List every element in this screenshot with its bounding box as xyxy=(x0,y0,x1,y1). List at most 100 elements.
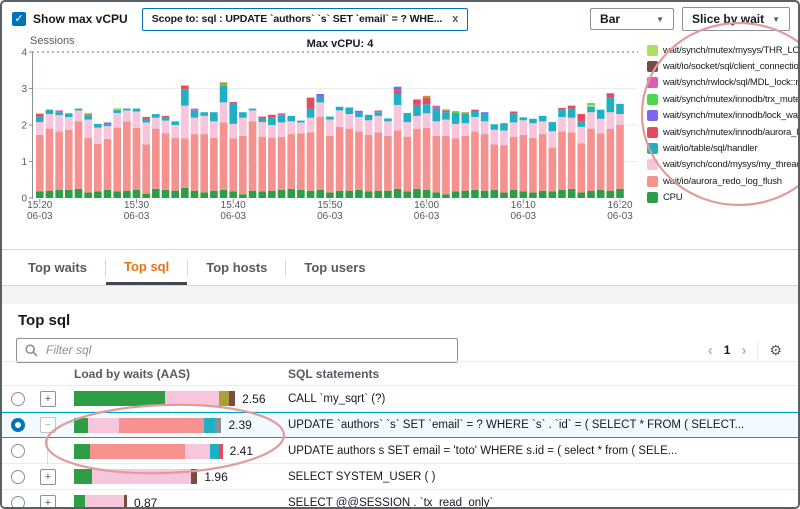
row-radio-selected[interactable] xyxy=(11,418,25,432)
legend-label: wait/io/table/sql/handler xyxy=(663,143,757,154)
load-by-waits-bar xyxy=(74,495,127,509)
load-bar-segment xyxy=(210,444,219,459)
tab-top-users[interactable]: Top users xyxy=(286,250,383,285)
sql-statement-link[interactable]: SELECT SYSTEM_USER ( ) xyxy=(288,471,435,483)
svg-text:15:40: 15:40 xyxy=(221,200,246,211)
svg-text:15:30: 15:30 xyxy=(124,200,149,211)
prev-page-button[interactable]: ‹ xyxy=(708,343,713,358)
sql-statement-link[interactable]: SELECT @@SESSION . `tx_read_only` xyxy=(288,497,493,509)
row-radio[interactable] xyxy=(11,496,25,509)
svg-text:3: 3 xyxy=(21,84,27,95)
legend-label: wait/synch/cond/mysys/my_thread_var xyxy=(663,159,800,170)
legend-label: wait/synch/mutex/innodb/aurora_lock xyxy=(663,127,800,138)
load-bar-segment xyxy=(219,444,222,459)
max-vcpu-label: Max vCPU: 4 xyxy=(307,38,375,50)
row-radio[interactable] xyxy=(11,444,25,458)
chart-type-value: Bar xyxy=(600,12,620,26)
load-column-header: Load by waits (AAS) xyxy=(68,367,288,381)
chevron-down-icon: ▼ xyxy=(772,15,780,24)
expand-button[interactable]: + xyxy=(40,391,56,407)
sql-statement-link[interactable]: UPDATE `authors` `s` SET `email` = ? WHE… xyxy=(288,419,744,431)
load-bar-segment xyxy=(165,391,219,406)
legend-label: wait/io/socket/sql/client_connectio xyxy=(663,61,799,72)
show-max-vcpu-label: Show max vCPU xyxy=(33,12,128,26)
collapse-button[interactable]: − xyxy=(40,417,56,433)
load-value: 2.39 xyxy=(228,418,251,432)
sql-row-1[interactable]: +2.56 CALL `my_sqrt` (?) xyxy=(2,386,798,412)
legend-label: wait/synch/mutex/mysys/THR_LOCK::mu xyxy=(663,45,800,56)
tab-top-sql[interactable]: Top sql xyxy=(106,250,187,285)
svg-text:06-03: 06-03 xyxy=(511,211,537,222)
expand-button[interactable]: + xyxy=(40,469,56,485)
sql-column-header: SQL statements xyxy=(288,367,798,381)
load-by-waits-bar xyxy=(74,469,197,484)
tab-top-waits[interactable]: Top waits xyxy=(10,250,105,285)
svg-text:2: 2 xyxy=(21,121,27,132)
sql-row-4[interactable]: +1.96SELECT SYSTEM_USER ( ) xyxy=(2,464,798,490)
svg-text:06-03: 06-03 xyxy=(607,211,633,222)
slice-by-value: Slice by wait xyxy=(692,12,764,26)
tab-top-hosts[interactable]: Top hosts xyxy=(188,250,285,285)
next-page-button[interactable]: › xyxy=(741,343,746,358)
chart-legend: wait/synch/mutex/mysys/THR_LOCK::muwait/… xyxy=(647,42,800,206)
toolbar: ✓ Show max vCPU Scope to: sql : UPDATE `… xyxy=(12,7,790,31)
top-sql-panel: Top sql ‹ 1 › ⚙ Load by waits (AAS) SQL xyxy=(2,304,798,507)
load-by-waits-bar xyxy=(74,391,235,406)
load-bar-segment xyxy=(124,495,127,509)
load-value: 2.41 xyxy=(230,444,253,458)
load-value: 0.87 xyxy=(134,496,157,509)
search-icon xyxy=(25,344,38,357)
show-max-vcpu-checkbox[interactable]: ✓ xyxy=(12,12,26,26)
page-number[interactable]: 1 xyxy=(724,343,731,357)
load-bar-segment xyxy=(90,444,185,459)
sql-statement-link[interactable]: UPDATE authors s SET email = 'toto' WHER… xyxy=(288,445,677,457)
row-radio[interactable] xyxy=(11,470,25,484)
legend-item: wait/synch/cond/mysys/my_thread_var xyxy=(647,157,800,173)
legend-item: wait/synch/rwlock/sql/MDL_lock::rwl xyxy=(647,75,800,91)
scope-filter-text: Scope to: sql : UPDATE `authors` `s` SET… xyxy=(152,13,443,25)
expand-button[interactable]: + xyxy=(40,495,56,509)
load-bar-segment xyxy=(215,418,221,433)
load-value: 2.56 xyxy=(242,392,265,406)
pager-divider xyxy=(757,341,758,359)
legend-label: wait/synch/rwlock/sql/MDL_lock::rwl xyxy=(663,77,800,88)
pagination: ‹ 1 › ⚙ xyxy=(708,341,782,359)
scope-filter-chip[interactable]: Scope to: sql : UPDATE `authors` `s` SET… xyxy=(142,8,469,31)
table-body: +2.56 CALL `my_sqrt` (?) − 2.39 UPDATE `auth… xyxy=(2,386,798,509)
svg-text:06-03: 06-03 xyxy=(124,211,150,222)
filter-searchbox[interactable] xyxy=(16,338,458,363)
svg-text:1: 1 xyxy=(21,157,27,168)
legend-item: wait/synch/mutex/mysys/THR_LOCK::mu xyxy=(647,42,800,58)
child-row-connector xyxy=(47,438,48,464)
tabs-gray-strip xyxy=(2,286,798,305)
db-load-chart[interactable]: Sessions Max vCPU: 4 0123415:2006-0315:3… xyxy=(2,32,642,250)
svg-text:06-03: 06-03 xyxy=(414,211,440,222)
load-bar-segment xyxy=(191,469,197,484)
load-bar-segment xyxy=(85,495,124,509)
legend-color-chip xyxy=(647,176,658,187)
sql-row-2[interactable]: − 2.39 UPDATE `authors` `s` SET `email` = … xyxy=(2,412,798,438)
load-bar-segment xyxy=(74,391,165,406)
load-bar-segment xyxy=(185,444,210,459)
row-radio[interactable] xyxy=(11,392,25,406)
slice-by-dropdown[interactable]: Slice by wait ▼ xyxy=(682,7,790,31)
sql-row-5[interactable]: +0.87 SELECT @@SESSION . `tx_read_only` xyxy=(2,490,798,509)
sql-row-3[interactable]: 2.41 UPDATE authors s SET email = 'toto' … xyxy=(2,438,798,464)
legend-label: wait/io/aurora_redo_log_flush xyxy=(663,176,782,187)
legend-color-chip xyxy=(647,192,658,203)
chart-type-dropdown[interactable]: Bar ▼ xyxy=(590,8,674,30)
load-bar-segment xyxy=(219,391,230,406)
legend-item: CPU xyxy=(647,190,800,206)
performance-insights-window: ✓ Show max vCPU Scope to: sql : UPDATE `… xyxy=(0,0,800,509)
table-header: Load by waits (AAS) SQL statements xyxy=(2,361,798,386)
svg-text:15:50: 15:50 xyxy=(317,200,342,211)
settings-gear-icon[interactable]: ⚙ xyxy=(769,343,782,357)
legend-label: wait/synch/mutex/innodb/trx_mutex xyxy=(663,94,800,105)
filter-row: ‹ 1 › ⚙ xyxy=(16,337,782,363)
svg-text:4: 4 xyxy=(21,48,27,59)
scope-filter-close-icon[interactable]: x xyxy=(452,13,458,25)
legend-item: wait/synch/mutex/innodb/trx_mutex xyxy=(647,91,800,107)
filter-sql-input[interactable] xyxy=(44,342,449,358)
load-bar-segment xyxy=(74,444,90,459)
sql-statement-link[interactable]: CALL `my_sqrt` (?) xyxy=(288,393,385,405)
